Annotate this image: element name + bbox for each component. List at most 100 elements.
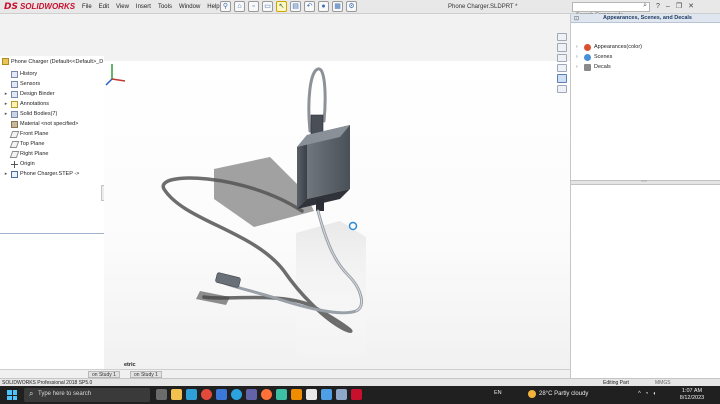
open-folder-icon[interactable]: ▭: [262, 1, 273, 12]
menu-insert[interactable]: Insert: [136, 3, 151, 11]
tree-item-label: Sensors: [20, 81, 41, 87]
tree-item-scenes[interactable]: › Scenes: [576, 52, 642, 62]
custom-properties-tab-icon[interactable]: [557, 84, 567, 93]
taskbar-clock[interactable]: 1:07 AM 8/12/2023: [672, 388, 712, 402]
search-icon[interactable]: ⌕: [643, 2, 647, 10]
home-icon[interactable]: ⌂: [234, 1, 245, 12]
tree-root[interactable]: Phone Charger (Default<<Default>_D: [2, 58, 103, 65]
tree-item-front-plane[interactable]: Front Plane: [3, 129, 103, 139]
tab-motion-study-2[interactable]: on Study 1: [130, 371, 162, 378]
design-library-tab-icon[interactable]: [557, 43, 567, 52]
pin-icon[interactable]: ⊡: [574, 15, 579, 22]
menu-view[interactable]: View: [116, 3, 129, 11]
taskbar-search-placeholder: Type here to search: [38, 391, 92, 397]
tree-item-decals[interactable]: › Decals: [576, 62, 642, 72]
select-arrow-icon[interactable]: ↖: [276, 1, 287, 12]
task-pane-splitter[interactable]: ⋯: [571, 179, 720, 185]
firefox-icon[interactable]: [261, 389, 272, 400]
teams-icon[interactable]: [246, 389, 257, 400]
partly-cloudy-icon: [528, 390, 536, 398]
language-indicator[interactable]: EN: [494, 390, 502, 396]
tray-chevron-icon[interactable]: ^: [638, 391, 641, 397]
pin-icon[interactable]: ⚲: [220, 1, 231, 12]
solidworks-taskbar-icon[interactable]: [351, 389, 362, 400]
usb-connector: [215, 272, 241, 288]
solidworks-logo[interactable]: DS SOLIDWORKS: [4, 2, 75, 12]
tree-item-right-plane[interactable]: Right Plane: [3, 149, 103, 159]
history-icon: [11, 70, 18, 78]
tree-item-annotations[interactable]: ▸ Annotations: [3, 99, 103, 109]
file-explorer-tab-icon[interactable]: [557, 53, 567, 62]
media-player-icon[interactable]: [276, 389, 287, 400]
options-gear-icon[interactable]: ⚙: [346, 1, 357, 12]
tree-item-sensors[interactable]: Sensors: [3, 79, 103, 89]
tree-item-history[interactable]: History: [3, 69, 103, 79]
windows-start-icon[interactable]: [7, 390, 17, 400]
menu-file[interactable]: File: [82, 3, 92, 11]
tree-items: History Sensors ▸ Design Binder ▸ Annota…: [3, 69, 103, 179]
weather-widget[interactable]: 28°C Partly cloudy: [528, 390, 588, 398]
volume-icon[interactable]: ◖: [652, 391, 656, 397]
title-bar: DS SOLIDWORKS File Edit View Insert Tool…: [0, 0, 720, 19]
file-properties-icon[interactable]: ▦: [332, 1, 343, 12]
file-explorer-icon[interactable]: [171, 389, 182, 400]
menu-help[interactable]: Help: [207, 3, 219, 11]
tree-item-origin[interactable]: Origin: [3, 159, 103, 169]
store-icon[interactable]: [216, 389, 227, 400]
expand-arrow-icon[interactable]: ›: [576, 64, 581, 70]
menu-window[interactable]: Window: [179, 3, 200, 11]
resources-tab-icon[interactable]: [557, 33, 567, 42]
clock-time: 1:07 AM: [681, 388, 703, 394]
tree-item-label: Annotations: [20, 101, 50, 107]
search-commands-box[interactable]: ⌕: [572, 2, 650, 19]
expand-arrow-icon[interactable]: ▸: [3, 111, 9, 117]
sensor-icon: [11, 80, 18, 88]
tree-item-imported-step[interactable]: ▸ Phone Charger.STEP ->: [3, 169, 103, 179]
tree-item-design-binder[interactable]: ▸ Design Binder: [3, 89, 103, 99]
edge-icon[interactable]: [186, 389, 197, 400]
view-orientation-label: etric: [124, 362, 136, 368]
rebuild-icon[interactable]: ●: [318, 1, 329, 12]
undo-icon[interactable]: ↶: [304, 1, 315, 12]
network-icon[interactable]: ◔: [645, 391, 649, 397]
expand-arrow-icon[interactable]: ›: [576, 44, 581, 50]
help-icon[interactable]: ?: [656, 2, 660, 12]
tab-motion-study-1[interactable]: on Study 1: [88, 371, 120, 378]
minimize-icon[interactable]: –: [666, 2, 670, 12]
task-pane-tabs: [557, 33, 570, 93]
photos-icon[interactable]: [321, 389, 332, 400]
telegram-icon[interactable]: [231, 389, 242, 400]
tree-item-top-plane[interactable]: Top Plane: [3, 139, 103, 149]
window-controls: ? – ❐ ✕: [656, 2, 694, 12]
expand-arrow-icon[interactable]: ▸: [3, 91, 9, 97]
new-document-icon[interactable]: ▫: [248, 1, 259, 12]
menu-edit[interactable]: Edit: [99, 3, 109, 11]
print-icon[interactable]: ▤: [290, 1, 301, 12]
part-icon: [2, 58, 9, 65]
ds-logo-mark: DS: [4, 2, 18, 12]
selection-marker[interactable]: [348, 221, 358, 231]
expand-arrow-icon[interactable]: ›: [576, 54, 581, 60]
graphics-viewport[interactable]: etric: [104, 61, 570, 369]
command-manager-area: [0, 14, 570, 61]
charger-reflection: [296, 221, 366, 369]
steam-icon[interactable]: [336, 389, 347, 400]
expand-arrow-icon[interactable]: ▸: [3, 171, 9, 177]
vlc-icon[interactable]: [291, 389, 302, 400]
axis-triad[interactable]: [104, 61, 128, 87]
appearances-tab-icon[interactable]: [557, 74, 567, 83]
taskbar-search-box[interactable]: ⌕ Type here to search: [24, 388, 150, 402]
restore-icon[interactable]: ❐: [676, 2, 682, 12]
view-palette-tab-icon[interactable]: [557, 63, 567, 73]
tree-item-appearances[interactable]: › Appearances(color): [576, 42, 642, 52]
menu-tools[interactable]: Tools: [158, 3, 172, 11]
close-icon[interactable]: ✕: [688, 2, 694, 12]
charger-port: [316, 199, 324, 211]
tree-item-solid-bodies[interactable]: ▸ Solid Bodies(7): [3, 109, 103, 119]
chrome-icon[interactable]: [201, 389, 212, 400]
expand-arrow-icon[interactable]: ▸: [3, 101, 9, 107]
task-view-icon[interactable]: [156, 389, 167, 400]
tree-item-material[interactable]: Material <not specified>: [3, 119, 103, 129]
tree-item-label: Front Plane: [20, 131, 49, 137]
notion-icon[interactable]: [306, 389, 317, 400]
